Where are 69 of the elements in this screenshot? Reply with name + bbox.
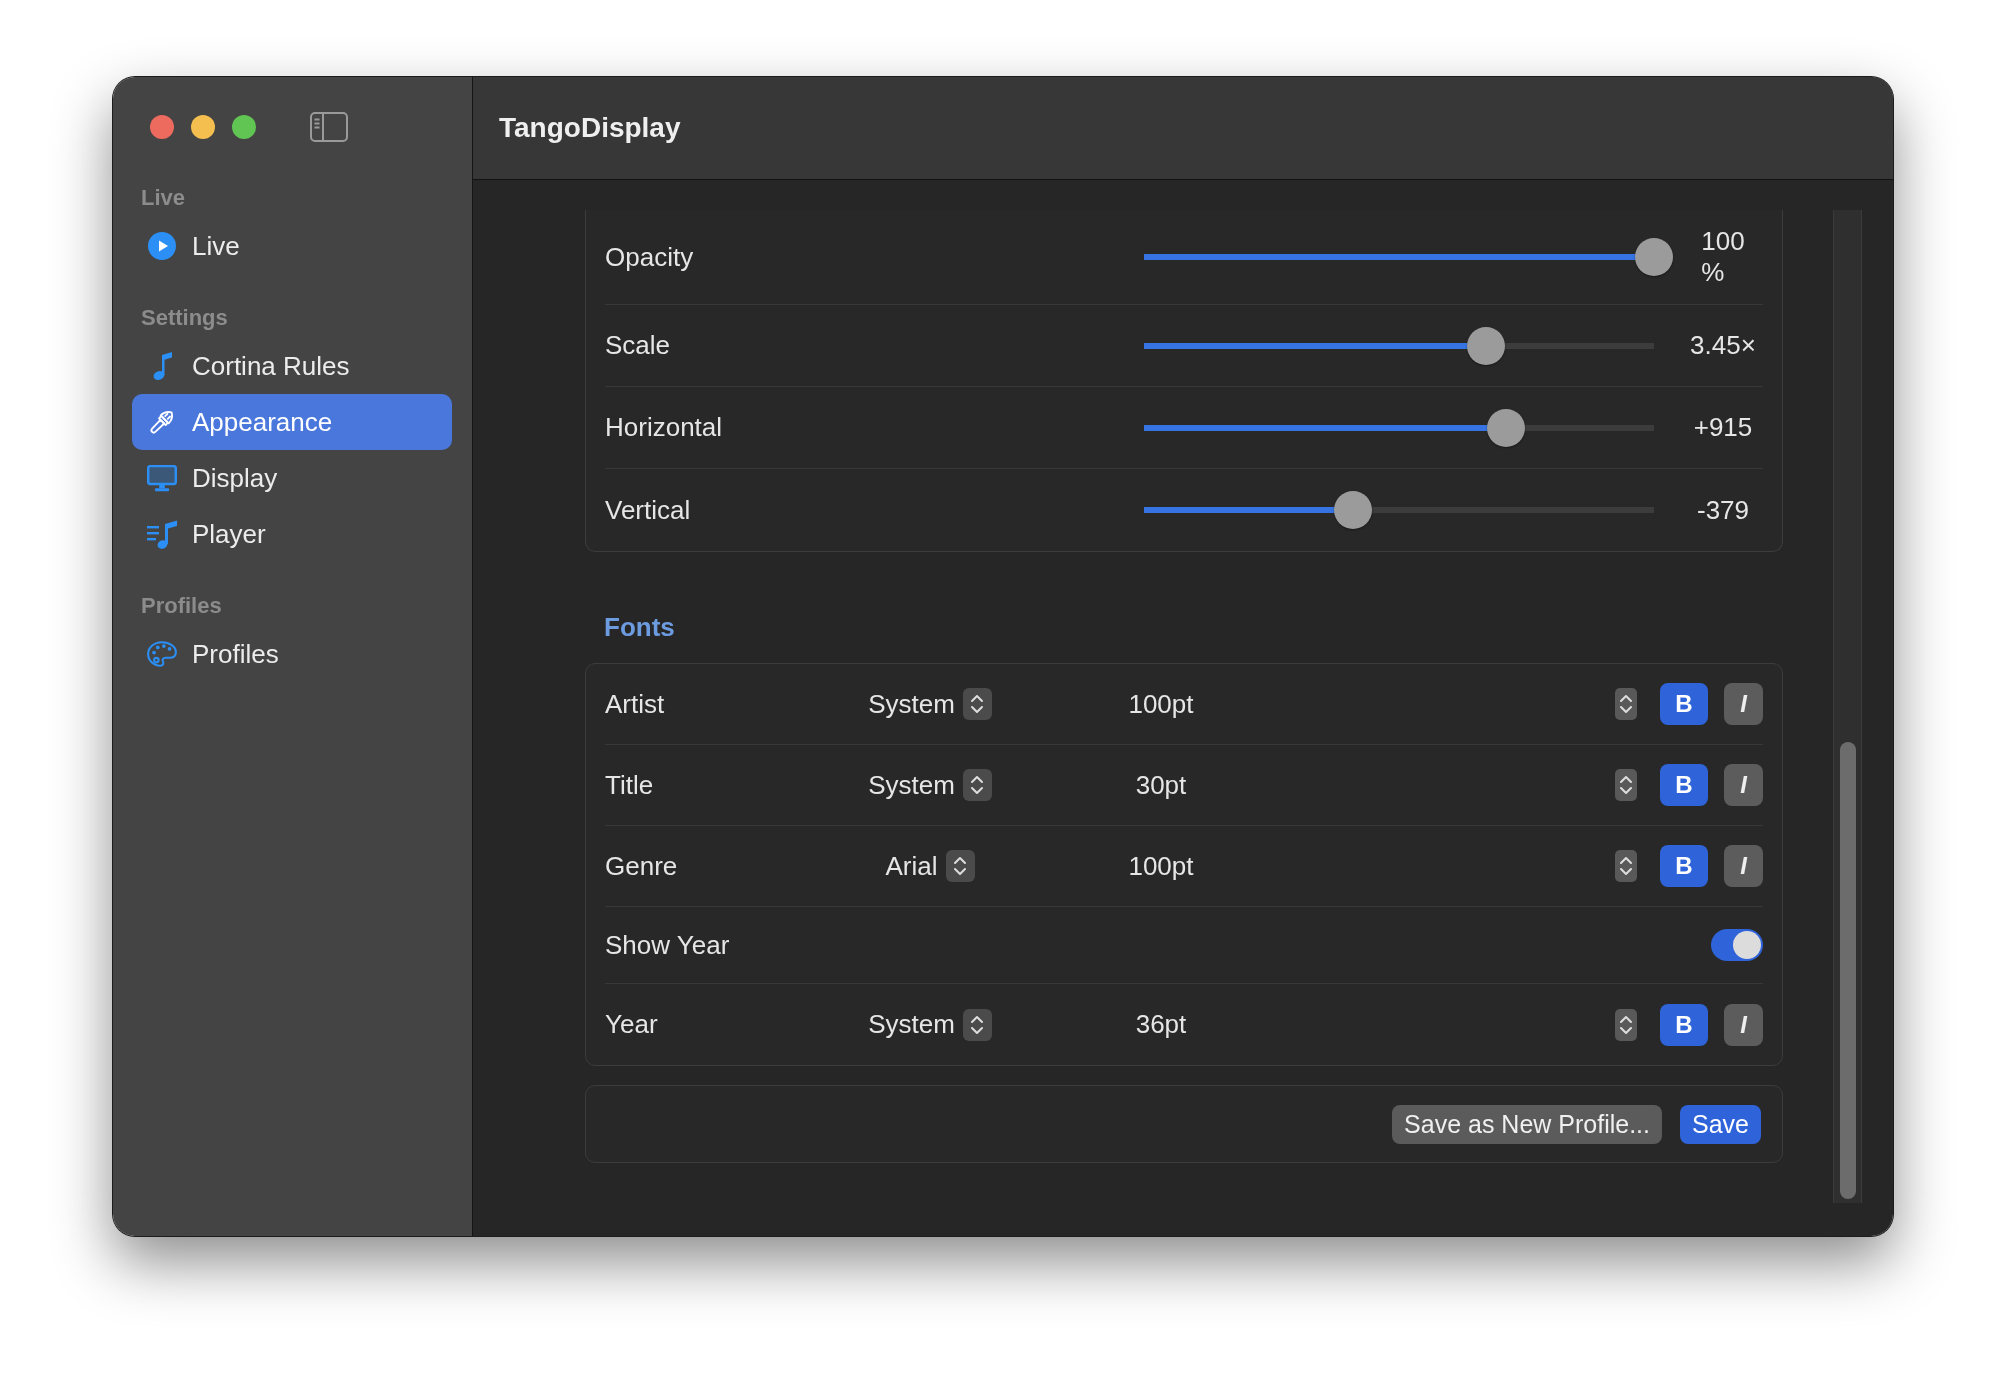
slider-label: Vertical — [605, 494, 692, 526]
sidebar-item[interactable]: Live — [132, 218, 452, 274]
font-picker[interactable]: System — [868, 769, 992, 801]
font-size-value: 30pt — [1135, 769, 1187, 801]
slider-value: 3.45× — [1690, 330, 1756, 361]
italic-toggle-button[interactable]: I — [1724, 845, 1763, 887]
section-heading: Fonts — [604, 611, 675, 643]
palette-icon — [147, 640, 177, 668]
setting-label: Title — [605, 769, 655, 801]
italic-toggle-button[interactable]: I — [1724, 683, 1763, 725]
chevrons-icon — [1620, 774, 1632, 796]
sidebar-item[interactable]: Appearance — [132, 394, 452, 450]
italic-toggle-button[interactable]: I — [1724, 764, 1763, 806]
sidebar-section-header: Profiles — [140, 592, 222, 620]
sidebar-toggle-icon[interactable] — [310, 112, 348, 142]
setting-label: Year — [605, 1009, 659, 1040]
font-picker[interactable]: Arial — [885, 850, 975, 882]
sidebar-section-header: Live — [140, 184, 186, 212]
size-stepper[interactable] — [1615, 769, 1637, 801]
chevrons-icon — [1620, 855, 1632, 877]
font-size-value: 100pt — [1128, 850, 1194, 882]
music-note-icon — [152, 352, 172, 380]
font-size-value: 36pt — [1135, 1009, 1187, 1040]
toggle-switch[interactable] — [1711, 929, 1763, 961]
sidebar-section-header: Settings — [140, 304, 228, 332]
slider-thumb[interactable] — [1635, 238, 1673, 276]
bold-toggle-button[interactable]: B — [1660, 845, 1708, 887]
save-as-button[interactable]: Save as New Profile... — [1392, 1104, 1662, 1144]
slider-label: Scale — [605, 330, 672, 361]
slider-label: Horizontal — [605, 412, 724, 443]
slider-value: -379 — [1696, 494, 1749, 526]
window-minimize-icon[interactable] — [191, 115, 215, 139]
slider-value: +915 — [1693, 412, 1753, 443]
size-stepper[interactable] — [1615, 1008, 1637, 1041]
window-zoom-icon[interactable] — [232, 115, 256, 139]
setting-label: Show Year — [605, 929, 731, 961]
chevrons-icon — [953, 854, 967, 878]
bold-toggle-button[interactable]: B — [1660, 683, 1708, 725]
italic-toggle-button[interactable]: I — [1724, 1003, 1763, 1046]
window-title: TangoDisplay — [499, 112, 681, 144]
sidebar-item[interactable]: Cortina Rules — [132, 338, 452, 394]
scrollbar-thumb[interactable] — [1839, 742, 1856, 1199]
bold-toggle-button[interactable]: B — [1660, 1003, 1708, 1046]
chevrons-icon — [1620, 1013, 1632, 1036]
scrollbar-track[interactable] — [1833, 210, 1862, 1203]
setting-label: Artist — [605, 688, 666, 720]
slider-value: 100 % — [1701, 226, 1745, 288]
chevrons-icon — [1620, 693, 1632, 715]
slider-label: Opacity — [605, 241, 695, 273]
slider-thumb[interactable] — [1487, 408, 1526, 447]
music-list-icon — [147, 519, 177, 549]
size-stepper[interactable] — [1615, 688, 1637, 720]
play-circle-icon — [148, 232, 176, 260]
sidebar-item[interactable]: Display — [132, 450, 452, 506]
chevrons-icon — [970, 692, 985, 716]
font-picker[interactable]: System — [868, 1008, 992, 1041]
sidebar-item[interactable]: Player — [132, 506, 452, 562]
chevrons-icon — [970, 773, 985, 797]
save-button[interactable]: Save — [1680, 1104, 1761, 1144]
sidebar-item[interactable]: Profiles — [132, 626, 452, 682]
setting-label: Genre — [605, 850, 679, 882]
monitor-icon — [147, 464, 177, 492]
slider-thumb[interactable] — [1466, 326, 1505, 365]
font-picker[interactable]: System — [868, 688, 992, 720]
bold-toggle-button[interactable]: B — [1660, 764, 1708, 806]
slider-thumb[interactable] — [1334, 491, 1373, 529]
window-close-icon[interactable] — [150, 115, 174, 139]
size-stepper[interactable] — [1615, 850, 1637, 882]
font-size-value: 100pt — [1128, 688, 1194, 720]
